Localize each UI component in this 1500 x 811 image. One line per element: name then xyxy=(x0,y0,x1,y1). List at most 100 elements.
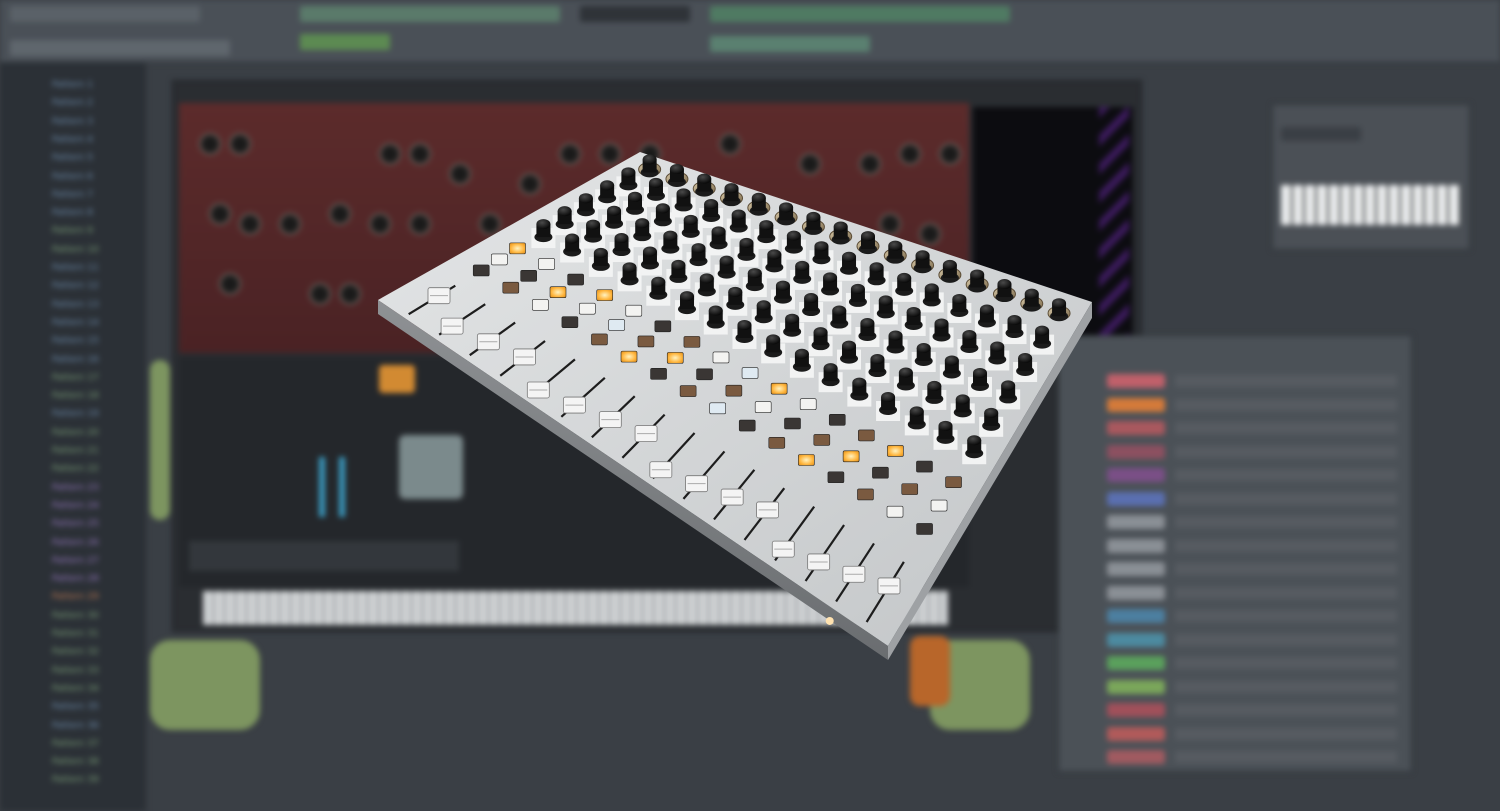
rotary-knob[interactable] xyxy=(990,341,1005,352)
pad-button[interactable] xyxy=(491,253,508,266)
rotary-knob[interactable] xyxy=(888,330,903,341)
rotary-knob[interactable] xyxy=(942,259,957,270)
pad-button[interactable] xyxy=(930,499,948,512)
rotary-knob[interactable] xyxy=(642,154,657,165)
rotary-knob[interactable] xyxy=(962,329,977,340)
rotary-knob[interactable] xyxy=(1024,288,1039,299)
rotary-knob[interactable] xyxy=(565,233,580,244)
pad-button[interactable] xyxy=(696,368,713,381)
rotary-knob[interactable] xyxy=(850,283,865,294)
rotary-knob[interactable] xyxy=(676,188,691,199)
rotary-knob[interactable] xyxy=(731,209,746,220)
pad-button[interactable] xyxy=(887,445,904,457)
rotary-knob[interactable] xyxy=(600,180,615,191)
rotary-knob[interactable] xyxy=(655,203,670,214)
rotary-knob[interactable] xyxy=(997,279,1012,290)
pad-button[interactable] xyxy=(608,319,625,331)
pad-button[interactable] xyxy=(857,488,874,501)
pad-button[interactable] xyxy=(784,417,801,430)
rotary-knob[interactable] xyxy=(832,305,847,316)
rotary-knob[interactable] xyxy=(1007,315,1022,326)
rotary-knob[interactable] xyxy=(593,247,608,258)
pad-button[interactable] xyxy=(828,414,846,426)
pad-button[interactable] xyxy=(842,450,860,463)
rotary-knob[interactable] xyxy=(747,268,762,279)
rotary-knob[interactable] xyxy=(704,198,719,209)
rotary-knob[interactable] xyxy=(642,246,657,257)
pad-button[interactable] xyxy=(945,476,962,488)
pad-button[interactable] xyxy=(799,398,817,411)
rotary-knob[interactable] xyxy=(924,283,939,294)
pad-button[interactable] xyxy=(901,483,919,495)
pad-button[interactable] xyxy=(520,270,537,282)
rotary-knob[interactable] xyxy=(906,306,921,317)
pad-button[interactable] xyxy=(813,434,831,446)
rotary-knob[interactable] xyxy=(651,276,666,287)
rotary-knob[interactable] xyxy=(970,269,985,280)
rotary-knob[interactable] xyxy=(737,319,752,330)
rotary-knob[interactable] xyxy=(1035,325,1050,336)
rotary-knob[interactable] xyxy=(728,286,743,297)
rotary-knob[interactable] xyxy=(751,192,766,203)
rotary-knob[interactable] xyxy=(813,327,828,338)
rotary-knob[interactable] xyxy=(663,230,678,241)
rotary-knob[interactable] xyxy=(699,273,714,284)
rotary-knob[interactable] xyxy=(775,280,790,291)
pad-button[interactable] xyxy=(567,273,584,286)
rotary-knob[interactable] xyxy=(823,272,838,283)
rotary-knob[interactable] xyxy=(909,406,924,417)
rotary-knob[interactable] xyxy=(724,183,739,194)
rotary-knob[interactable] xyxy=(669,163,684,174)
rotary-knob[interactable] xyxy=(536,219,551,230)
rotary-knob[interactable] xyxy=(719,255,734,266)
rotary-knob[interactable] xyxy=(898,367,913,378)
pad-button[interactable] xyxy=(637,335,655,348)
pad-button[interactable] xyxy=(679,385,697,397)
pad-button[interactable] xyxy=(916,523,933,535)
pad-button[interactable] xyxy=(579,302,596,315)
pad-button[interactable] xyxy=(654,320,672,333)
rotary-knob[interactable] xyxy=(779,202,794,213)
rotary-knob[interactable] xyxy=(621,167,636,178)
rotary-knob[interactable] xyxy=(881,392,896,403)
rotary-knob[interactable] xyxy=(648,177,663,188)
rotary-knob[interactable] xyxy=(614,233,629,244)
rotary-knob[interactable] xyxy=(635,218,650,229)
rotary-knob[interactable] xyxy=(578,193,593,204)
rotary-knob[interactable] xyxy=(711,226,726,237)
rotary-knob[interactable] xyxy=(860,318,875,329)
pad-button[interactable] xyxy=(561,316,579,328)
rotary-knob[interactable] xyxy=(897,272,912,283)
rotary-knob[interactable] xyxy=(708,305,723,316)
rotary-knob[interactable] xyxy=(967,435,982,446)
rotary-knob[interactable] xyxy=(586,219,601,230)
rotary-knob[interactable] xyxy=(944,355,959,366)
rotary-knob[interactable] xyxy=(842,251,857,262)
pad-button[interactable] xyxy=(502,281,520,294)
rotary-knob[interactable] xyxy=(804,293,819,304)
rotary-knob[interactable] xyxy=(916,342,931,353)
pad-button[interactable] xyxy=(858,429,875,442)
rotary-knob[interactable] xyxy=(823,363,838,374)
rotary-knob[interactable] xyxy=(955,394,970,405)
pad-button[interactable] xyxy=(683,336,701,348)
rotary-knob[interactable] xyxy=(739,237,754,248)
rotary-knob[interactable] xyxy=(557,206,572,217)
rotary-knob[interactable] xyxy=(622,262,637,273)
rotary-knob[interactable] xyxy=(806,211,821,222)
rotary-knob[interactable] xyxy=(1001,380,1016,391)
rotary-knob[interactable] xyxy=(756,300,771,311)
rotary-knob[interactable] xyxy=(691,243,706,254)
rotary-knob[interactable] xyxy=(697,173,712,184)
rotary-knob[interactable] xyxy=(852,377,867,388)
pad-button[interactable] xyxy=(650,368,667,380)
pad-button[interactable] xyxy=(666,352,684,364)
rotary-knob[interactable] xyxy=(952,293,967,304)
rotary-knob[interactable] xyxy=(794,348,809,359)
pad-button[interactable] xyxy=(798,454,815,466)
pad-button[interactable] xyxy=(741,367,759,379)
pad-button[interactable] xyxy=(827,471,845,484)
rotary-knob[interactable] xyxy=(607,205,622,216)
rotary-knob[interactable] xyxy=(628,191,643,202)
pad-button[interactable] xyxy=(886,505,904,518)
